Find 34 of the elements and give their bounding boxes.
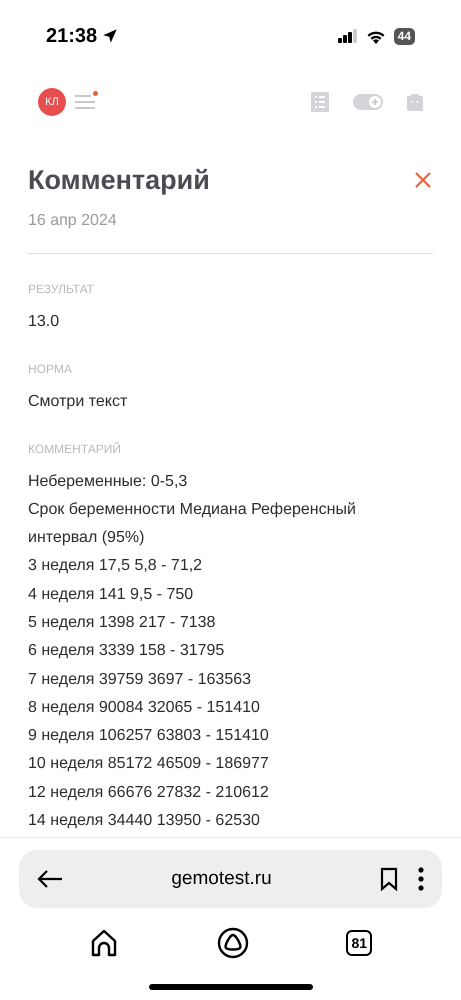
comment-line: 10 неделя 85172 46509 - 186977 — [28, 754, 270, 774]
battery-indicator: 44 — [394, 28, 415, 44]
date-text: 16 апр 2024 — [28, 210, 118, 230]
comment-line: 12 неделя 66676 27832 - 210612 — [28, 782, 270, 803]
address-bar[interactable]: gemotest.ru — [19, 850, 442, 908]
comment-line: Небеременные: 0-5,3 — [28, 472, 188, 492]
page-title: Комментарий — [28, 164, 210, 197]
field-label: РЕЗУЛЬТАТ — [28, 280, 95, 298]
comment-line: 4 неделя 141 9,5 - 750 — [28, 584, 194, 605]
comment-line: 9 неделя 106257 63803 - 151410 — [28, 726, 270, 746]
more-icon[interactable] — [418, 867, 424, 891]
field-label: НОРМА — [28, 360, 73, 378]
bookmark-icon[interactable] — [380, 867, 398, 891]
comment-line: Срок беременности Медиана Референсный интервал (95%) — [28, 500, 357, 548]
location-arrow-icon — [101, 27, 120, 45]
comment-line: 7 неделя 39759 3697 - 163563 — [28, 670, 252, 690]
comment-line: 8 неделя 90084 32065 - 151410 — [28, 698, 261, 718]
assistant-icon[interactable] — [216, 927, 249, 959]
comment-line: 5 неделя 1398 217 - 7138 — [28, 612, 216, 633]
comment-line: 14 неделя 34440 13950 - 62530 — [28, 811, 261, 832]
clock-time: 21:38 — [46, 24, 98, 49]
user-avatar[interactable]: КЛ — [38, 88, 66, 116]
url-text[interactable]: gemotest.ru — [63, 864, 380, 894]
comment-line: 3 неделя 17,5 5,8 - 71,2 — [28, 556, 204, 576]
field-label: КОММЕНТАРИЙ — [28, 440, 122, 458]
toggle-plus-icon[interactable] — [353, 94, 383, 110]
field-value: 13.0 — [28, 312, 60, 332]
comment-line: 6 неделя 3339 158 - 31795 — [28, 641, 226, 662]
back-arrow-icon[interactable] — [37, 869, 63, 889]
close-icon[interactable] — [415, 172, 431, 188]
tabs-count-button[interactable]: 81 — [346, 930, 372, 956]
wifi-icon — [366, 28, 386, 44]
field-value: Смотри текст — [28, 392, 128, 412]
signal-icon — [338, 29, 358, 43]
